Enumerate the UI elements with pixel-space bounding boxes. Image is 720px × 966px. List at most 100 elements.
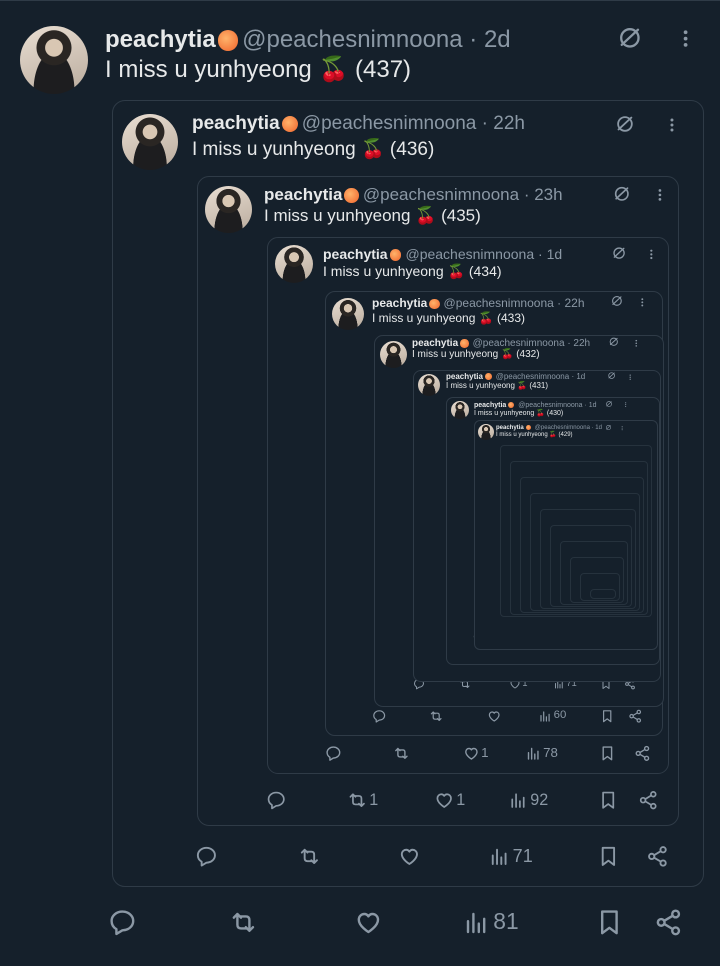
- handle[interactable]: @peachesnimnoona: [363, 185, 519, 204]
- avatar[interactable]: [418, 374, 440, 396]
- timestamp[interactable]: · 1d: [571, 372, 585, 381]
- tweet-body: I miss u yunhyeong: [474, 410, 535, 417]
- display-name[interactable]: peachytia: [105, 26, 216, 53]
- avatar[interactable]: [332, 298, 364, 330]
- timestamp[interactable]: · 1d: [538, 246, 562, 262]
- peach-emoji: [525, 425, 531, 431]
- display-name[interactable]: peachytia: [496, 425, 524, 431]
- grok-icon[interactable]: [605, 400, 613, 408]
- display-name[interactable]: peachytia: [412, 338, 458, 349]
- tweet-text: I miss u yunhyeong 🍒 (437): [105, 58, 411, 82]
- heart-icon[interactable]: [434, 790, 454, 810]
- tweet-text: I miss u yunhyeong 🍒 (430): [474, 410, 563, 417]
- more-dots-icon[interactable]: [622, 401, 629, 408]
- tweet-header: peachytia @peachesnimnoona · 2d: [105, 28, 511, 52]
- handle[interactable]: @peachesnimnoona: [496, 372, 570, 381]
- retweet-icon[interactable]: [347, 790, 367, 810]
- bookmark-icon[interactable]: [600, 709, 614, 723]
- handle[interactable]: @peachesnimnoona: [535, 425, 590, 431]
- timestamp[interactable]: · 1d: [592, 425, 602, 431]
- avatar[interactable]: [478, 424, 494, 440]
- grok-icon[interactable]: [612, 184, 632, 204]
- share-icon[interactable]: [634, 745, 651, 762]
- timestamp[interactable]: · 23h: [524, 185, 563, 204]
- timestamp[interactable]: · 1d: [585, 402, 597, 409]
- more-dots-icon[interactable]: [662, 115, 682, 135]
- tweet-count: (433): [497, 311, 526, 325]
- timestamp[interactable]: · 22h: [567, 338, 590, 349]
- cherries-emoji: 🍒: [475, 311, 497, 325]
- bookmark-icon[interactable]: [595, 908, 624, 937]
- views-count: 92: [530, 790, 549, 809]
- timestamp[interactable]: · 22h: [482, 113, 525, 134]
- reply-icon[interactable]: [372, 709, 386, 723]
- handle[interactable]: @peachesnimnoona: [473, 338, 565, 349]
- grok-icon[interactable]: [616, 24, 644, 52]
- grok-icon[interactable]: [605, 424, 612, 431]
- grok-icon[interactable]: [610, 294, 624, 308]
- reply-icon[interactable]: [266, 790, 286, 810]
- retweet-icon[interactable]: [298, 845, 321, 868]
- heart-icon[interactable]: [354, 908, 383, 937]
- grok-icon[interactable]: [608, 336, 620, 348]
- share-icon[interactable]: [654, 908, 683, 937]
- handle[interactable]: @peachesnimnoona: [302, 113, 477, 134]
- display-name[interactable]: peachytia: [474, 402, 506, 409]
- grok-icon[interactable]: [614, 113, 636, 135]
- heart-icon[interactable]: [487, 709, 501, 723]
- views-chart-icon[interactable]: [488, 845, 511, 868]
- share-icon[interactable]: [638, 790, 658, 810]
- peach-emoji: [460, 339, 469, 348]
- display-name[interactable]: peachytia: [323, 246, 388, 262]
- more-dots-icon[interactable]: [626, 373, 634, 381]
- cherries-emoji: 🍒: [410, 206, 442, 225]
- more-dots-icon[interactable]: [651, 186, 669, 204]
- avatar[interactable]: [122, 114, 178, 170]
- more-dots-icon[interactable]: [631, 338, 642, 349]
- share-icon[interactable]: [646, 845, 669, 868]
- display-name[interactable]: peachytia: [446, 372, 483, 381]
- grok-icon[interactable]: [611, 245, 627, 261]
- reply-icon[interactable]: [108, 908, 137, 937]
- retweet-icon[interactable]: [229, 908, 258, 937]
- more-dots-icon[interactable]: [644, 247, 659, 262]
- display-name[interactable]: peachytia: [372, 296, 427, 310]
- views-chart-icon[interactable]: [508, 790, 528, 810]
- avatar[interactable]: [275, 245, 313, 283]
- more-dots-icon[interactable]: [636, 296, 649, 309]
- reply-icon[interactable]: [195, 845, 218, 868]
- tweet-body: I miss u yunhyeong: [192, 139, 356, 160]
- avatar[interactable]: [451, 401, 469, 419]
- tweet-count: (431): [529, 381, 549, 390]
- bookmark-icon[interactable]: [597, 845, 620, 868]
- display-name[interactable]: peachytia: [264, 185, 342, 204]
- avatar[interactable]: [20, 26, 88, 94]
- cherries-emoji: 🍒: [443, 263, 469, 279]
- bookmark-icon[interactable]: [598, 790, 618, 810]
- handle[interactable]: @peachesnimnoona: [518, 402, 582, 409]
- grok-icon[interactable]: [607, 371, 616, 380]
- views-count: 60: [553, 709, 567, 721]
- views-chart-icon[interactable]: [538, 709, 552, 723]
- reply-icon[interactable]: [325, 745, 342, 762]
- timestamp[interactable]: · 22h: [557, 296, 584, 310]
- views-chart-icon[interactable]: [462, 908, 491, 937]
- avatar[interactable]: [205, 186, 252, 233]
- avatar[interactable]: [380, 341, 407, 368]
- retweet-icon[interactable]: [393, 745, 410, 762]
- bookmark-icon[interactable]: [599, 745, 616, 762]
- heart-icon[interactable]: [398, 845, 421, 868]
- display-name[interactable]: peachytia: [192, 113, 280, 134]
- views-chart-icon[interactable]: [525, 745, 542, 762]
- handle[interactable]: @peachesnimnoona: [242, 26, 463, 53]
- retweet-icon[interactable]: [429, 709, 443, 723]
- timestamp[interactable]: · 2d: [469, 26, 510, 53]
- tweet-count: (434): [468, 263, 502, 279]
- peach-emoji: [508, 402, 515, 409]
- share-icon[interactable]: [628, 709, 642, 723]
- heart-icon[interactable]: [463, 745, 480, 762]
- more-dots-icon[interactable]: [673, 26, 698, 51]
- handle[interactable]: @peachesnimnoona: [444, 296, 554, 310]
- more-dots-icon[interactable]: [619, 425, 625, 431]
- handle[interactable]: @peachesnimnoona: [405, 246, 534, 262]
